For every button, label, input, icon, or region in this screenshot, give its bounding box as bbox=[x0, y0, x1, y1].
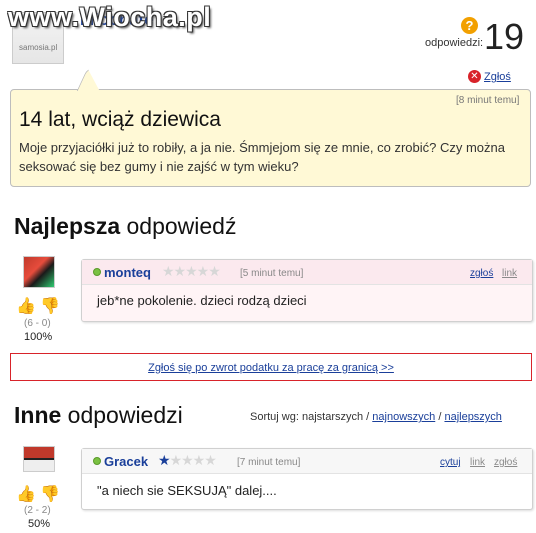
ad-banner: Zgłoś się po zwrot podatku za pracę za g… bbox=[10, 353, 532, 381]
online-status-icon bbox=[93, 268, 101, 276]
best-heading-rest: odpowiedź bbox=[120, 213, 237, 239]
answer-username[interactable]: Gracek bbox=[104, 454, 148, 469]
best-heading-bold: Najlepsza bbox=[14, 213, 121, 239]
other-answers-heading: Inne odpowiedzi bbox=[14, 402, 183, 429]
best-vote-percent: 100% bbox=[24, 331, 53, 343]
thumb-down-icon[interactable]: 👎 bbox=[40, 296, 60, 316]
answer-time: [7 minut temu] bbox=[237, 457, 301, 468]
avatar-caption: samosia.pl bbox=[19, 43, 58, 52]
best-vote-count: (6 - 0) bbox=[24, 318, 51, 329]
sort-bar: Sortuj wg: najstarszych / najnowszych / … bbox=[250, 411, 502, 423]
report-x-icon[interactable]: ✕ bbox=[468, 70, 481, 83]
report-answer-link[interactable]: zgłoś bbox=[470, 268, 493, 279]
answers-count: 19 bbox=[484, 16, 525, 57]
answer-vote-percent: 50% bbox=[28, 518, 51, 530]
sort-separator: / bbox=[438, 411, 442, 423]
report-question-link[interactable]: Zgłoś bbox=[484, 71, 511, 83]
best-answer-time: [5 minut temu] bbox=[240, 268, 304, 279]
question-time: [8 minut temu] bbox=[456, 95, 520, 106]
answer-avatar[interactable] bbox=[23, 446, 55, 472]
answers-label: odpowiedzi: bbox=[425, 37, 484, 49]
answer-permalink[interactable]: link bbox=[470, 457, 485, 468]
question-bubble-tail bbox=[77, 68, 111, 91]
rating-stars: ★★★★★ bbox=[158, 452, 217, 468]
question-mark-icon: ? bbox=[461, 17, 478, 34]
rating-stars: ★★★★★ bbox=[162, 263, 221, 279]
thumb-down-icon[interactable]: 👎 bbox=[40, 484, 60, 504]
best-answer-username[interactable]: monteq bbox=[104, 265, 151, 280]
best-answer-box: monteq ★★★★★ [5 minut temu] zgłoś link j… bbox=[81, 259, 533, 322]
sort-best[interactable]: najlepszych bbox=[444, 411, 501, 423]
answer-text: "a niech sie SEKSUJĄ" dalej.... bbox=[97, 483, 277, 498]
answer-box: Gracek ★★★★★ [7 minut temu] cytuj link z… bbox=[81, 448, 533, 510]
question-title: 14 lat, wciąż dziewica bbox=[19, 108, 221, 131]
answer-permalink[interactable]: link bbox=[502, 268, 517, 279]
question-body: Moje przyjaciółki już to robiły, a ja ni… bbox=[19, 140, 505, 174]
quote-link[interactable]: cytuj bbox=[440, 457, 461, 468]
answer-header bbox=[82, 449, 532, 474]
sort-newest[interactable]: najnowszych bbox=[372, 411, 435, 423]
sort-label: Sortuj wg: najstarszych / bbox=[250, 411, 370, 423]
thumb-up-icon[interactable]: 👍 bbox=[16, 484, 36, 504]
answer-vote-count: (2 - 2) bbox=[24, 505, 51, 516]
other-heading-rest: odpowiedzi bbox=[61, 402, 183, 428]
online-status-icon bbox=[93, 457, 101, 465]
other-heading-bold: Inne bbox=[14, 402, 62, 428]
watermark: www.Wiocha.pl bbox=[8, 2, 212, 32]
report-answer-link[interactable]: zgłoś bbox=[494, 457, 517, 468]
best-answer-text: jeb*ne pokolenie. dzieci rodzą dzieci bbox=[97, 293, 307, 308]
best-answer-avatar[interactable] bbox=[23, 256, 55, 288]
ad-link[interactable]: Zgłoś się po zwrot podatku za pracę za g… bbox=[148, 362, 394, 374]
best-answer-heading: Najlepsza odpowiedź bbox=[14, 213, 236, 240]
thumb-up-icon[interactable]: 👍 bbox=[16, 296, 36, 316]
